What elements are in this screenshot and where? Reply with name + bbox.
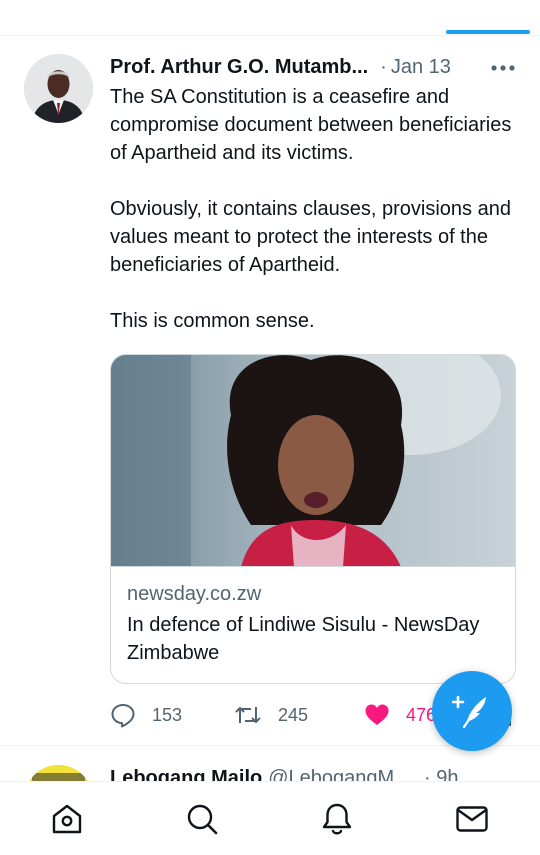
bottom-navigation [0,781,540,855]
search-icon[interactable] [185,802,219,836]
more-horizontal-icon[interactable] [490,58,516,78]
heart-filled-icon [365,704,389,725]
avatar[interactable] [24,54,93,123]
tweet-header: Prof. Arthur G.O. Mutamb... · Jan 13 [110,54,520,80]
like-button[interactable]: 476 [364,698,436,732]
reply-count: 153 [152,704,183,725]
separator: · [380,55,387,78]
messages-envelope-icon[interactable] [455,802,489,836]
link-card-domain: newsday.co.zw [127,583,262,605]
next-tweet-preview[interactable]: Lebogang Mailo @LebogangM... · 9h [0,747,540,781]
link-card[interactable]: newsday.co.zw In defence of Lindiwe Sisu… [110,354,516,684]
compose-feather-icon [452,695,486,729]
retweet-button[interactable]: 245 [234,698,308,732]
reply-icon [111,704,135,728]
retweet-icon [235,706,261,724]
active-tab-indicator [446,30,530,34]
tweet-text: The SA Constitution is a ceasefire and c… [110,83,520,335]
link-card-title: In defence of Lindiwe Sisulu - NewsDay Z… [127,614,480,664]
timestamp[interactable]: Jan 13 [391,56,451,79]
avatar[interactable] [24,765,93,781]
home-icon[interactable] [50,802,84,836]
notifications-bell-icon[interactable] [320,802,354,836]
tweet-paragraph: The SA Constitution is a ceasefire and c… [110,86,512,164]
retweet-count: 245 [278,704,309,725]
compose-tweet-button[interactable] [432,671,512,751]
author-name[interactable]: Lebogang Mailo [110,767,262,781]
timestamp[interactable]: · 9h [424,767,458,781]
reply-button[interactable]: 153 [110,698,182,732]
author-handle[interactable]: @LebogangM... [268,767,411,781]
tweet-paragraph: This is common sense. [110,310,315,332]
link-card-image[interactable] [111,355,515,567]
top-tab-bar [0,0,540,36]
next-tweet-header: Lebogang Mailo @LebogangM... [110,767,411,781]
tweet[interactable]: Prof. Arthur G.O. Mutamb... · Jan 13 The… [0,36,540,746]
tweet-paragraph: Obviously, it contains clauses, provisio… [110,198,511,276]
author-name[interactable]: Prof. Arthur G.O. Mutamb... [110,56,368,79]
